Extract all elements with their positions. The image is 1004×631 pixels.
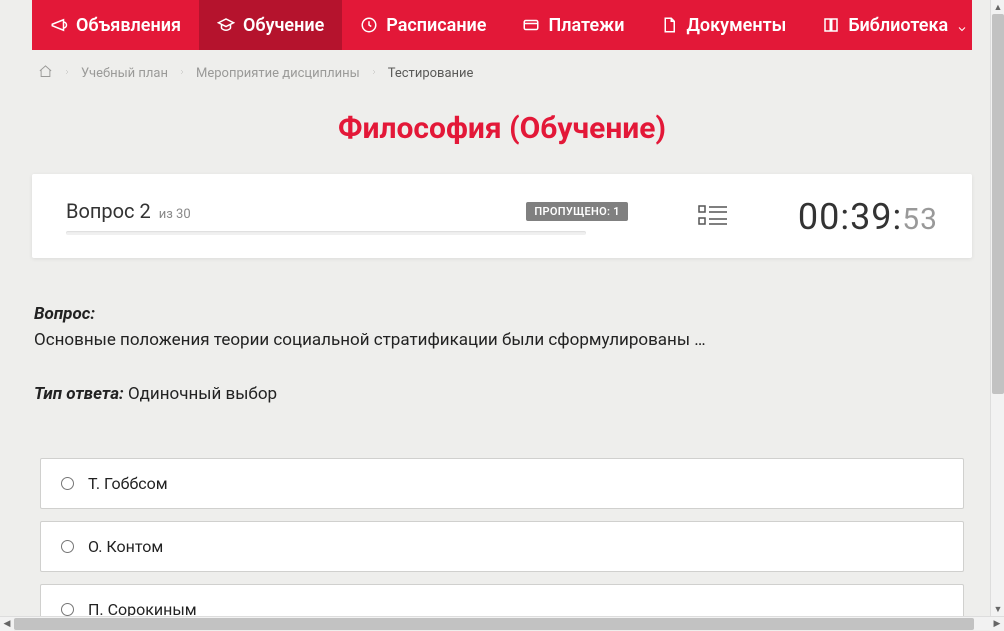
- question-list-icon[interactable]: [698, 204, 728, 230]
- nav-announcements[interactable]: Объявления: [32, 0, 199, 50]
- breadcrumb-event[interactable]: Мероприятие дисциплины: [196, 66, 360, 81]
- option-3-radio[interactable]: [61, 603, 74, 616]
- nav-item-label: Платежи: [548, 15, 624, 36]
- scroll-thumb-v[interactable]: [992, 14, 1004, 394]
- option-3[interactable]: П. Сорокиным: [40, 584, 964, 616]
- breadcrumb-testing: Тестирование: [388, 66, 474, 81]
- question-number: Вопрос 2: [66, 199, 151, 223]
- document-icon: [660, 16, 678, 34]
- nav-item-label: Библиотека: [848, 15, 948, 36]
- book-icon: [822, 16, 840, 34]
- horizontal-scrollbar[interactable]: ◀ ▶: [0, 616, 1004, 630]
- breadcrumb-sep-icon: [370, 66, 378, 82]
- timer-seconds: 53: [902, 202, 938, 237]
- progress-bar: [66, 231, 586, 235]
- question-total: из 30: [159, 207, 191, 222]
- card-icon: [522, 16, 540, 34]
- scroll-down-arrow[interactable]: ▼: [991, 602, 1004, 616]
- main-navbar: Объявления Обучение Расписание Платежи: [32, 0, 972, 50]
- answer-type-value: Одиночный выбор: [128, 384, 277, 404]
- megaphone-icon: [50, 16, 68, 34]
- nav-item-label: Документы: [686, 15, 786, 36]
- status-card: Вопрос 2 из 30 ПРОПУЩЕНО: 1 0: [32, 174, 972, 258]
- graduation-icon: [217, 16, 235, 34]
- timer-main: 00:39:: [798, 196, 902, 238]
- scroll-up-arrow[interactable]: ▲: [991, 0, 1004, 14]
- option-label: Т. Гоббсом: [88, 474, 168, 493]
- options-list: Т. Гоббсом О. Контом П. Сорокиным: [34, 458, 970, 616]
- breadcrumb-sep-icon: [178, 66, 186, 82]
- breadcrumb-sep-icon: [63, 66, 71, 82]
- nav-item-label: Расписание: [386, 15, 486, 36]
- option-1[interactable]: Т. Гоббсом: [40, 458, 964, 509]
- question-label: Вопрос:: [34, 304, 970, 324]
- question-text: Основные положения теории социальной стр…: [34, 330, 970, 350]
- option-label: О. Контом: [88, 537, 163, 556]
- nav-item-label: Объявления: [76, 15, 181, 36]
- nav-documents[interactable]: Документы: [642, 0, 804, 50]
- option-2[interactable]: О. Контом: [40, 521, 964, 572]
- option-2-radio[interactable]: [61, 540, 74, 553]
- home-icon[interactable]: [38, 64, 53, 83]
- option-1-radio[interactable]: [61, 477, 74, 490]
- scroll-thumb-h[interactable]: [14, 618, 974, 630]
- answer-type-label: Тип ответа:: [34, 384, 124, 404]
- nav-learning[interactable]: Обучение: [199, 0, 342, 50]
- scroll-left-arrow[interactable]: ◀: [0, 617, 14, 631]
- scroll-right-arrow[interactable]: ▶: [990, 617, 1004, 631]
- page-title: Философия (Обучение): [32, 111, 972, 146]
- timer: 00:39:53: [798, 196, 938, 238]
- skipped-badge: ПРОПУЩЕНО: 1: [526, 202, 627, 221]
- option-label: П. Сорокиным: [88, 600, 197, 616]
- nav-item-label: Обучение: [243, 15, 324, 36]
- answer-type: Тип ответа: Одиночный выбор: [34, 384, 970, 404]
- chevron-down-icon: [956, 19, 968, 31]
- vertical-scrollbar[interactable]: ▲ ▼: [990, 0, 1004, 616]
- nav-schedule[interactable]: Расписание: [342, 0, 504, 50]
- breadcrumb: Учебный план Мероприятие дисциплины Тест…: [32, 50, 972, 93]
- clock-icon: [360, 16, 378, 34]
- breadcrumb-plan[interactable]: Учебный план: [81, 66, 168, 81]
- nav-payments[interactable]: Платежи: [504, 0, 642, 50]
- nav-library[interactable]: Библиотека: [804, 0, 986, 50]
